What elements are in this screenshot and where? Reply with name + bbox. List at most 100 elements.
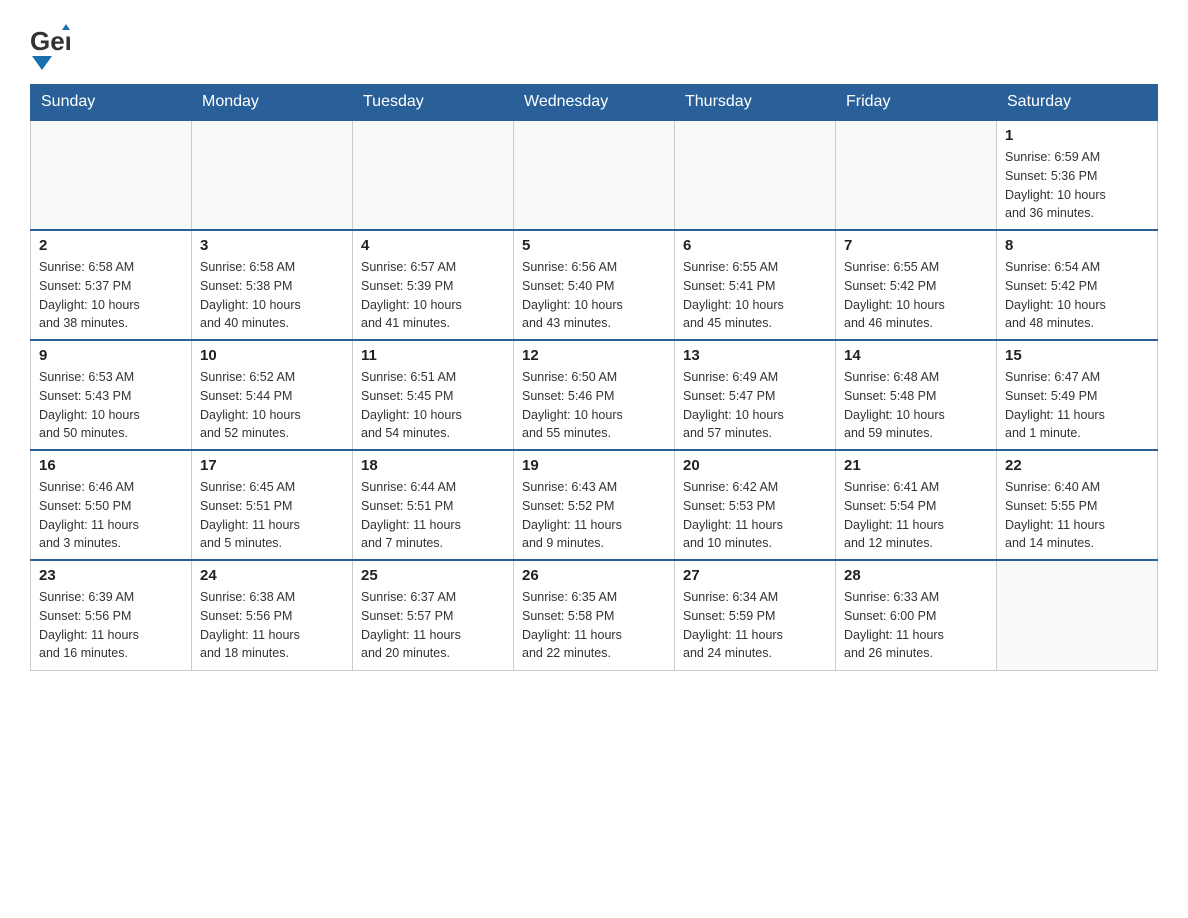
- logo: General: [30, 20, 76, 74]
- calendar-cell: 2 Sunrise: 6:58 AM Sunset: 5:37 PM Daylig…: [31, 230, 192, 340]
- calendar-cell: 3 Sunrise: 6:58 AM Sunset: 5:38 PM Daylig…: [192, 230, 353, 340]
- day-number: 4: [361, 237, 505, 254]
- day-info: Sunrise: 6:43 AM Sunset: 5:52 PM Dayligh…: [522, 478, 666, 553]
- calendar-cell: [192, 120, 353, 230]
- day-number: 13: [683, 347, 827, 364]
- calendar-cell: 5 Sunrise: 6:56 AM Sunset: 5:40 PM Daylig…: [514, 230, 675, 340]
- day-info: Sunrise: 6:55 AM Sunset: 5:41 PM Dayligh…: [683, 258, 827, 333]
- calendar-cell: 4 Sunrise: 6:57 AM Sunset: 5:39 PM Daylig…: [353, 230, 514, 340]
- day-number: 26: [522, 567, 666, 584]
- calendar-cell: 11 Sunrise: 6:51 AM Sunset: 5:45 PM Dayli…: [353, 340, 514, 450]
- calendar-cell: 6 Sunrise: 6:55 AM Sunset: 5:41 PM Daylig…: [675, 230, 836, 340]
- calendar-cell: 19 Sunrise: 6:43 AM Sunset: 5:52 PM Dayli…: [514, 450, 675, 560]
- calendar-cell: [997, 560, 1158, 670]
- day-info: Sunrise: 6:58 AM Sunset: 5:37 PM Dayligh…: [39, 258, 183, 333]
- weekday-header-thursday: Thursday: [675, 85, 836, 121]
- calendar-cell: 1 Sunrise: 6:59 AM Sunset: 5:36 PM Daylig…: [997, 120, 1158, 230]
- day-info: Sunrise: 6:51 AM Sunset: 5:45 PM Dayligh…: [361, 368, 505, 443]
- day-info: Sunrise: 6:57 AM Sunset: 5:39 PM Dayligh…: [361, 258, 505, 333]
- day-info: Sunrise: 6:33 AM Sunset: 6:00 PM Dayligh…: [844, 588, 988, 663]
- weekday-header-monday: Monday: [192, 85, 353, 121]
- calendar-table: SundayMondayTuesdayWednesdayThursdayFrid…: [30, 84, 1158, 671]
- calendar-cell: 17 Sunrise: 6:45 AM Sunset: 5:51 PM Dayli…: [192, 450, 353, 560]
- day-number: 11: [361, 347, 505, 364]
- day-info: Sunrise: 6:46 AM Sunset: 5:50 PM Dayligh…: [39, 478, 183, 553]
- day-number: 19: [522, 457, 666, 474]
- calendar-week-row: 23 Sunrise: 6:39 AM Sunset: 5:56 PM Dayli…: [31, 560, 1158, 670]
- calendar-header-row: SundayMondayTuesdayWednesdayThursdayFrid…: [31, 85, 1158, 121]
- calendar-cell: 28 Sunrise: 6:33 AM Sunset: 6:00 PM Dayli…: [836, 560, 997, 670]
- day-number: 5: [522, 237, 666, 254]
- calendar-cell: 22 Sunrise: 6:40 AM Sunset: 5:55 PM Dayli…: [997, 450, 1158, 560]
- day-number: 6: [683, 237, 827, 254]
- day-number: 12: [522, 347, 666, 364]
- day-info: Sunrise: 6:39 AM Sunset: 5:56 PM Dayligh…: [39, 588, 183, 663]
- day-info: Sunrise: 6:50 AM Sunset: 5:46 PM Dayligh…: [522, 368, 666, 443]
- day-number: 24: [200, 567, 344, 584]
- calendar-cell: 13 Sunrise: 6:49 AM Sunset: 5:47 PM Dayli…: [675, 340, 836, 450]
- day-number: 20: [683, 457, 827, 474]
- day-info: Sunrise: 6:58 AM Sunset: 5:38 PM Dayligh…: [200, 258, 344, 333]
- day-info: Sunrise: 6:37 AM Sunset: 5:57 PM Dayligh…: [361, 588, 505, 663]
- calendar-week-row: 2 Sunrise: 6:58 AM Sunset: 5:37 PM Daylig…: [31, 230, 1158, 340]
- day-info: Sunrise: 6:38 AM Sunset: 5:56 PM Dayligh…: [200, 588, 344, 663]
- calendar-cell: 18 Sunrise: 6:44 AM Sunset: 5:51 PM Dayli…: [353, 450, 514, 560]
- day-number: 28: [844, 567, 988, 584]
- calendar-cell: 7 Sunrise: 6:55 AM Sunset: 5:42 PM Daylig…: [836, 230, 997, 340]
- calendar-cell: [353, 120, 514, 230]
- day-info: Sunrise: 6:45 AM Sunset: 5:51 PM Dayligh…: [200, 478, 344, 553]
- day-info: Sunrise: 6:48 AM Sunset: 5:48 PM Dayligh…: [844, 368, 988, 443]
- day-info: Sunrise: 6:56 AM Sunset: 5:40 PM Dayligh…: [522, 258, 666, 333]
- calendar-cell: 15Sunrise: 6:47 AM Sunset: 5:49 PM Dayli…: [997, 340, 1158, 450]
- day-info: Sunrise: 6:44 AM Sunset: 5:51 PM Dayligh…: [361, 478, 505, 553]
- logo-arrow-icon: [32, 56, 52, 76]
- weekday-header-wednesday: Wednesday: [514, 85, 675, 121]
- day-info: Sunrise: 6:53 AM Sunset: 5:43 PM Dayligh…: [39, 368, 183, 443]
- day-number: 22: [1005, 457, 1149, 474]
- day-number: 25: [361, 567, 505, 584]
- day-number: 23: [39, 567, 183, 584]
- calendar-cell: 20 Sunrise: 6:42 AM Sunset: 5:53 PM Dayli…: [675, 450, 836, 560]
- day-info: Sunrise: 6:35 AM Sunset: 5:58 PM Dayligh…: [522, 588, 666, 663]
- calendar-cell: 8Sunrise: 6:54 AM Sunset: 5:42 PM Daylig…: [997, 230, 1158, 340]
- calendar-cell: 9Sunrise: 6:53 AM Sunset: 5:43 PM Daylig…: [31, 340, 192, 450]
- calendar-cell: 12 Sunrise: 6:50 AM Sunset: 5:46 PM Dayli…: [514, 340, 675, 450]
- calendar-cell: 21 Sunrise: 6:41 AM Sunset: 5:54 PM Dayli…: [836, 450, 997, 560]
- svg-text:General: General: [30, 26, 70, 56]
- day-number: 3: [200, 237, 344, 254]
- day-info: Sunrise: 6:40 AM Sunset: 5:55 PM Dayligh…: [1005, 478, 1149, 553]
- day-info: Sunrise: 6:34 AM Sunset: 5:59 PM Dayligh…: [683, 588, 827, 663]
- calendar-cell: 10Sunrise: 6:52 AM Sunset: 5:44 PM Dayli…: [192, 340, 353, 450]
- day-number: 17: [200, 457, 344, 474]
- calendar-week-row: 9Sunrise: 6:53 AM Sunset: 5:43 PM Daylig…: [31, 340, 1158, 450]
- day-number: 21: [844, 457, 988, 474]
- day-number: 27: [683, 567, 827, 584]
- page-header: General: [30, 20, 1158, 74]
- day-info: Sunrise: 6:59 AM Sunset: 5:36 PM Dayligh…: [1005, 148, 1149, 223]
- day-number: 2: [39, 237, 183, 254]
- weekday-header-sunday: Sunday: [31, 85, 192, 121]
- calendar-cell: 16 Sunrise: 6:46 AM Sunset: 5:50 PM Dayli…: [31, 450, 192, 560]
- calendar-cell: [675, 120, 836, 230]
- day-number: 14: [844, 347, 988, 364]
- calendar-cell: 25 Sunrise: 6:37 AM Sunset: 5:57 PM Dayli…: [353, 560, 514, 670]
- day-number: 15: [1005, 347, 1149, 364]
- day-info: Sunrise: 6:42 AM Sunset: 5:53 PM Dayligh…: [683, 478, 827, 553]
- day-number: 16: [39, 457, 183, 474]
- day-info: Sunrise: 6:54 AM Sunset: 5:42 PM Dayligh…: [1005, 258, 1149, 333]
- calendar-cell: 24 Sunrise: 6:38 AM Sunset: 5:56 PM Dayli…: [192, 560, 353, 670]
- day-info: Sunrise: 6:41 AM Sunset: 5:54 PM Dayligh…: [844, 478, 988, 553]
- day-info: Sunrise: 6:52 AM Sunset: 5:44 PM Dayligh…: [200, 368, 344, 443]
- day-number: 7: [844, 237, 988, 254]
- calendar-week-row: 1 Sunrise: 6:59 AM Sunset: 5:36 PM Daylig…: [31, 120, 1158, 230]
- calendar-cell: [836, 120, 997, 230]
- day-info: Sunrise: 6:55 AM Sunset: 5:42 PM Dayligh…: [844, 258, 988, 333]
- weekday-header-saturday: Saturday: [997, 85, 1158, 121]
- calendar-cell: 23 Sunrise: 6:39 AM Sunset: 5:56 PM Dayli…: [31, 560, 192, 670]
- day-number: 18: [361, 457, 505, 474]
- day-info: Sunrise: 6:49 AM Sunset: 5:47 PM Dayligh…: [683, 368, 827, 443]
- calendar-week-row: 16 Sunrise: 6:46 AM Sunset: 5:50 PM Dayli…: [31, 450, 1158, 560]
- day-number: 1: [1005, 127, 1149, 144]
- calendar-cell: [31, 120, 192, 230]
- calendar-cell: 26 Sunrise: 6:35 AM Sunset: 5:58 PM Dayli…: [514, 560, 675, 670]
